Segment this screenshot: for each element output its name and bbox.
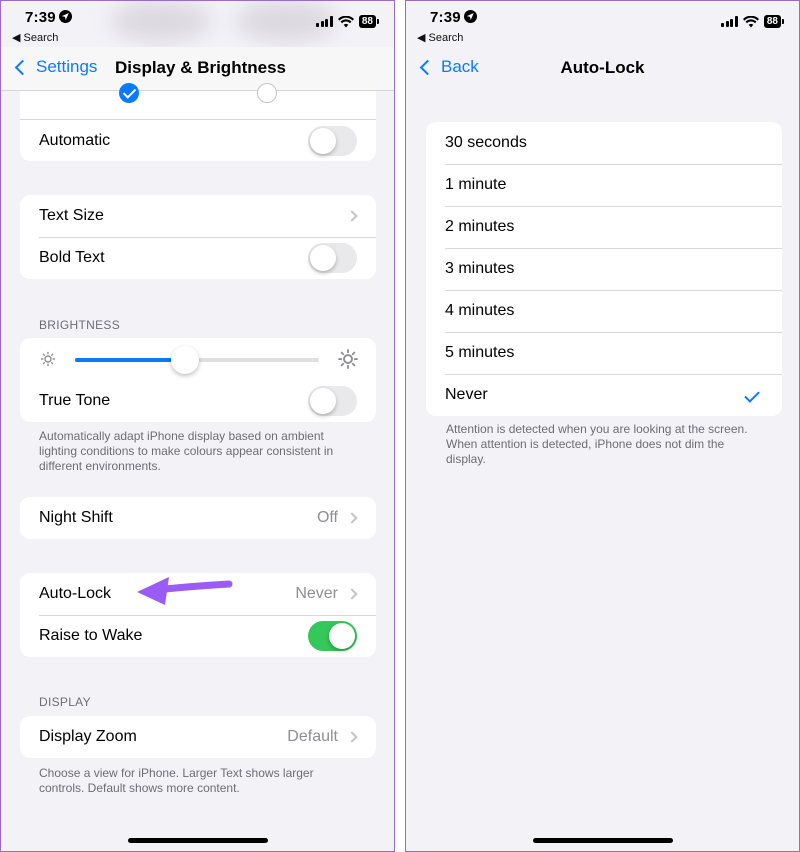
auto-lock-option[interactable]: 30 seconds	[426, 122, 782, 164]
home-indicator[interactable]	[127, 838, 268, 843]
status-time: 7:39	[25, 9, 72, 26]
auto-lock-option[interactable]: 3 minutes	[426, 248, 782, 290]
true-tone-toggle[interactable]	[308, 386, 357, 416]
option-label: Never	[445, 386, 488, 403]
option-label: 3 minutes	[445, 260, 515, 277]
automatic-row[interactable]: Automatic	[20, 119, 376, 161]
navigation-bar: Back Auto-Lock	[406, 47, 799, 91]
night-shift-label: Night Shift	[39, 509, 113, 526]
chevron-right-icon	[346, 588, 358, 600]
light-mode-selected-check[interactable]	[119, 83, 139, 103]
wifi-icon	[337, 15, 354, 27]
status-icons: 88	[721, 15, 785, 28]
option-label: 1 minute	[445, 176, 507, 193]
navigation-bar: Settings Display & Brightness	[1, 47, 394, 91]
display-zoom-label: Display Zoom	[39, 728, 137, 745]
status-bar: 7:39 ◀ Search 88	[406, 1, 799, 47]
status-bar: 7:39 ◀ Search 88	[1, 1, 394, 47]
brightness-group: True Tone	[20, 338, 376, 422]
status-icons: 88	[316, 15, 380, 28]
bold-text-row[interactable]: Bold Text	[20, 237, 376, 279]
battery-icon: 88	[763, 15, 785, 28]
night-shift-group: Night Shift Off	[20, 497, 376, 539]
display-footer: Choose a view for iPhone. Larger Text sh…	[39, 766, 314, 795]
page-title: Display & Brightness	[115, 58, 286, 77]
brightness-fill	[75, 358, 185, 362]
bold-text-label: Bold Text	[39, 249, 105, 266]
auto-lock-option[interactable]: 5 minutes	[426, 332, 782, 374]
location-icon	[58, 10, 72, 23]
auto-lock-label: Auto-Lock	[39, 585, 112, 602]
cellular-signal-icon	[721, 16, 738, 27]
brightness-slider-row	[20, 338, 376, 380]
option-label: 2 minutes	[445, 218, 515, 235]
night-shift-value: Off	[316, 509, 338, 526]
status-time: 7:39	[430, 9, 477, 26]
option-label: 4 minutes	[445, 302, 515, 319]
display-header: DISPLAY	[39, 695, 91, 709]
dark-mode-radio[interactable]	[257, 83, 277, 103]
brightness-slider[interactable]	[75, 346, 319, 374]
true-tone-row[interactable]: True Tone	[20, 380, 376, 422]
checkmark-icon	[744, 387, 760, 403]
appearance-group: Automatic	[20, 83, 376, 161]
brightness-header: BRIGHTNESS	[39, 318, 121, 332]
auto-lock-option[interactable]: 2 minutes	[426, 206, 782, 248]
raise-to-wake-toggle[interactable]	[308, 621, 357, 651]
wifi-icon	[742, 15, 759, 27]
auto-lock-option[interactable]: Never	[426, 374, 782, 416]
bold-text-toggle[interactable]	[308, 243, 357, 273]
auto-lock-screen: 7:39 ◀ Search 88 Back Auto-Lock 30 secon…	[405, 0, 800, 852]
chevron-right-icon	[346, 512, 358, 524]
text-group: Text Size Bold Text	[20, 195, 376, 279]
page-title: Auto-Lock	[560, 58, 645, 77]
home-indicator[interactable]	[532, 838, 673, 843]
attention-footer: Attention is detected when you are looki…	[446, 422, 748, 466]
auto-lock-options: 30 seconds 1 minute 2 minutes 3 minutes 4 mi…	[426, 122, 782, 416]
text-size-label: Text Size	[39, 207, 104, 224]
text-size-row[interactable]: Text Size	[20, 195, 376, 237]
back-to-search-link[interactable]: ◀ Search	[12, 31, 58, 44]
display-zoom-row[interactable]: Display Zoom Default	[20, 716, 376, 758]
battery-icon: 88	[358, 15, 380, 28]
cellular-signal-icon	[316, 16, 333, 27]
auto-lock-option[interactable]: 4 minutes	[426, 290, 782, 332]
brightness-footer: Automatically adapt iPhone display based…	[39, 429, 334, 473]
raise-to-wake-row[interactable]: Raise to Wake	[20, 615, 376, 657]
display-zoom-value: Default	[287, 728, 338, 745]
appearance-radios	[20, 83, 376, 119]
back-to-search-link[interactable]: ◀ Search	[417, 31, 463, 44]
raise-to-wake-label: Raise to Wake	[39, 627, 143, 644]
automatic-label: Automatic	[39, 131, 111, 149]
chevron-right-icon	[346, 210, 358, 222]
automatic-toggle[interactable]	[308, 125, 357, 156]
sun-small-icon	[40, 351, 56, 367]
option-label: 30 seconds	[445, 134, 527, 151]
sun-large-icon	[338, 349, 358, 369]
option-label: 5 minutes	[445, 344, 515, 361]
brightness-thumb[interactable]	[170, 346, 199, 374]
location-icon	[463, 10, 477, 23]
auto-lock-option[interactable]: 1 minute	[426, 164, 782, 206]
true-tone-label: True Tone	[39, 392, 111, 409]
display-group: Display Zoom Default	[20, 716, 376, 758]
chevron-right-icon	[346, 731, 358, 743]
auto-lock-value: Never	[295, 585, 338, 602]
annotation-arrow-icon	[137, 577, 233, 605]
night-shift-row[interactable]: Night Shift Off	[20, 497, 376, 539]
display-brightness-screen: 7:39 ◀ Search 88 Settings Display & Brig…	[0, 0, 395, 852]
